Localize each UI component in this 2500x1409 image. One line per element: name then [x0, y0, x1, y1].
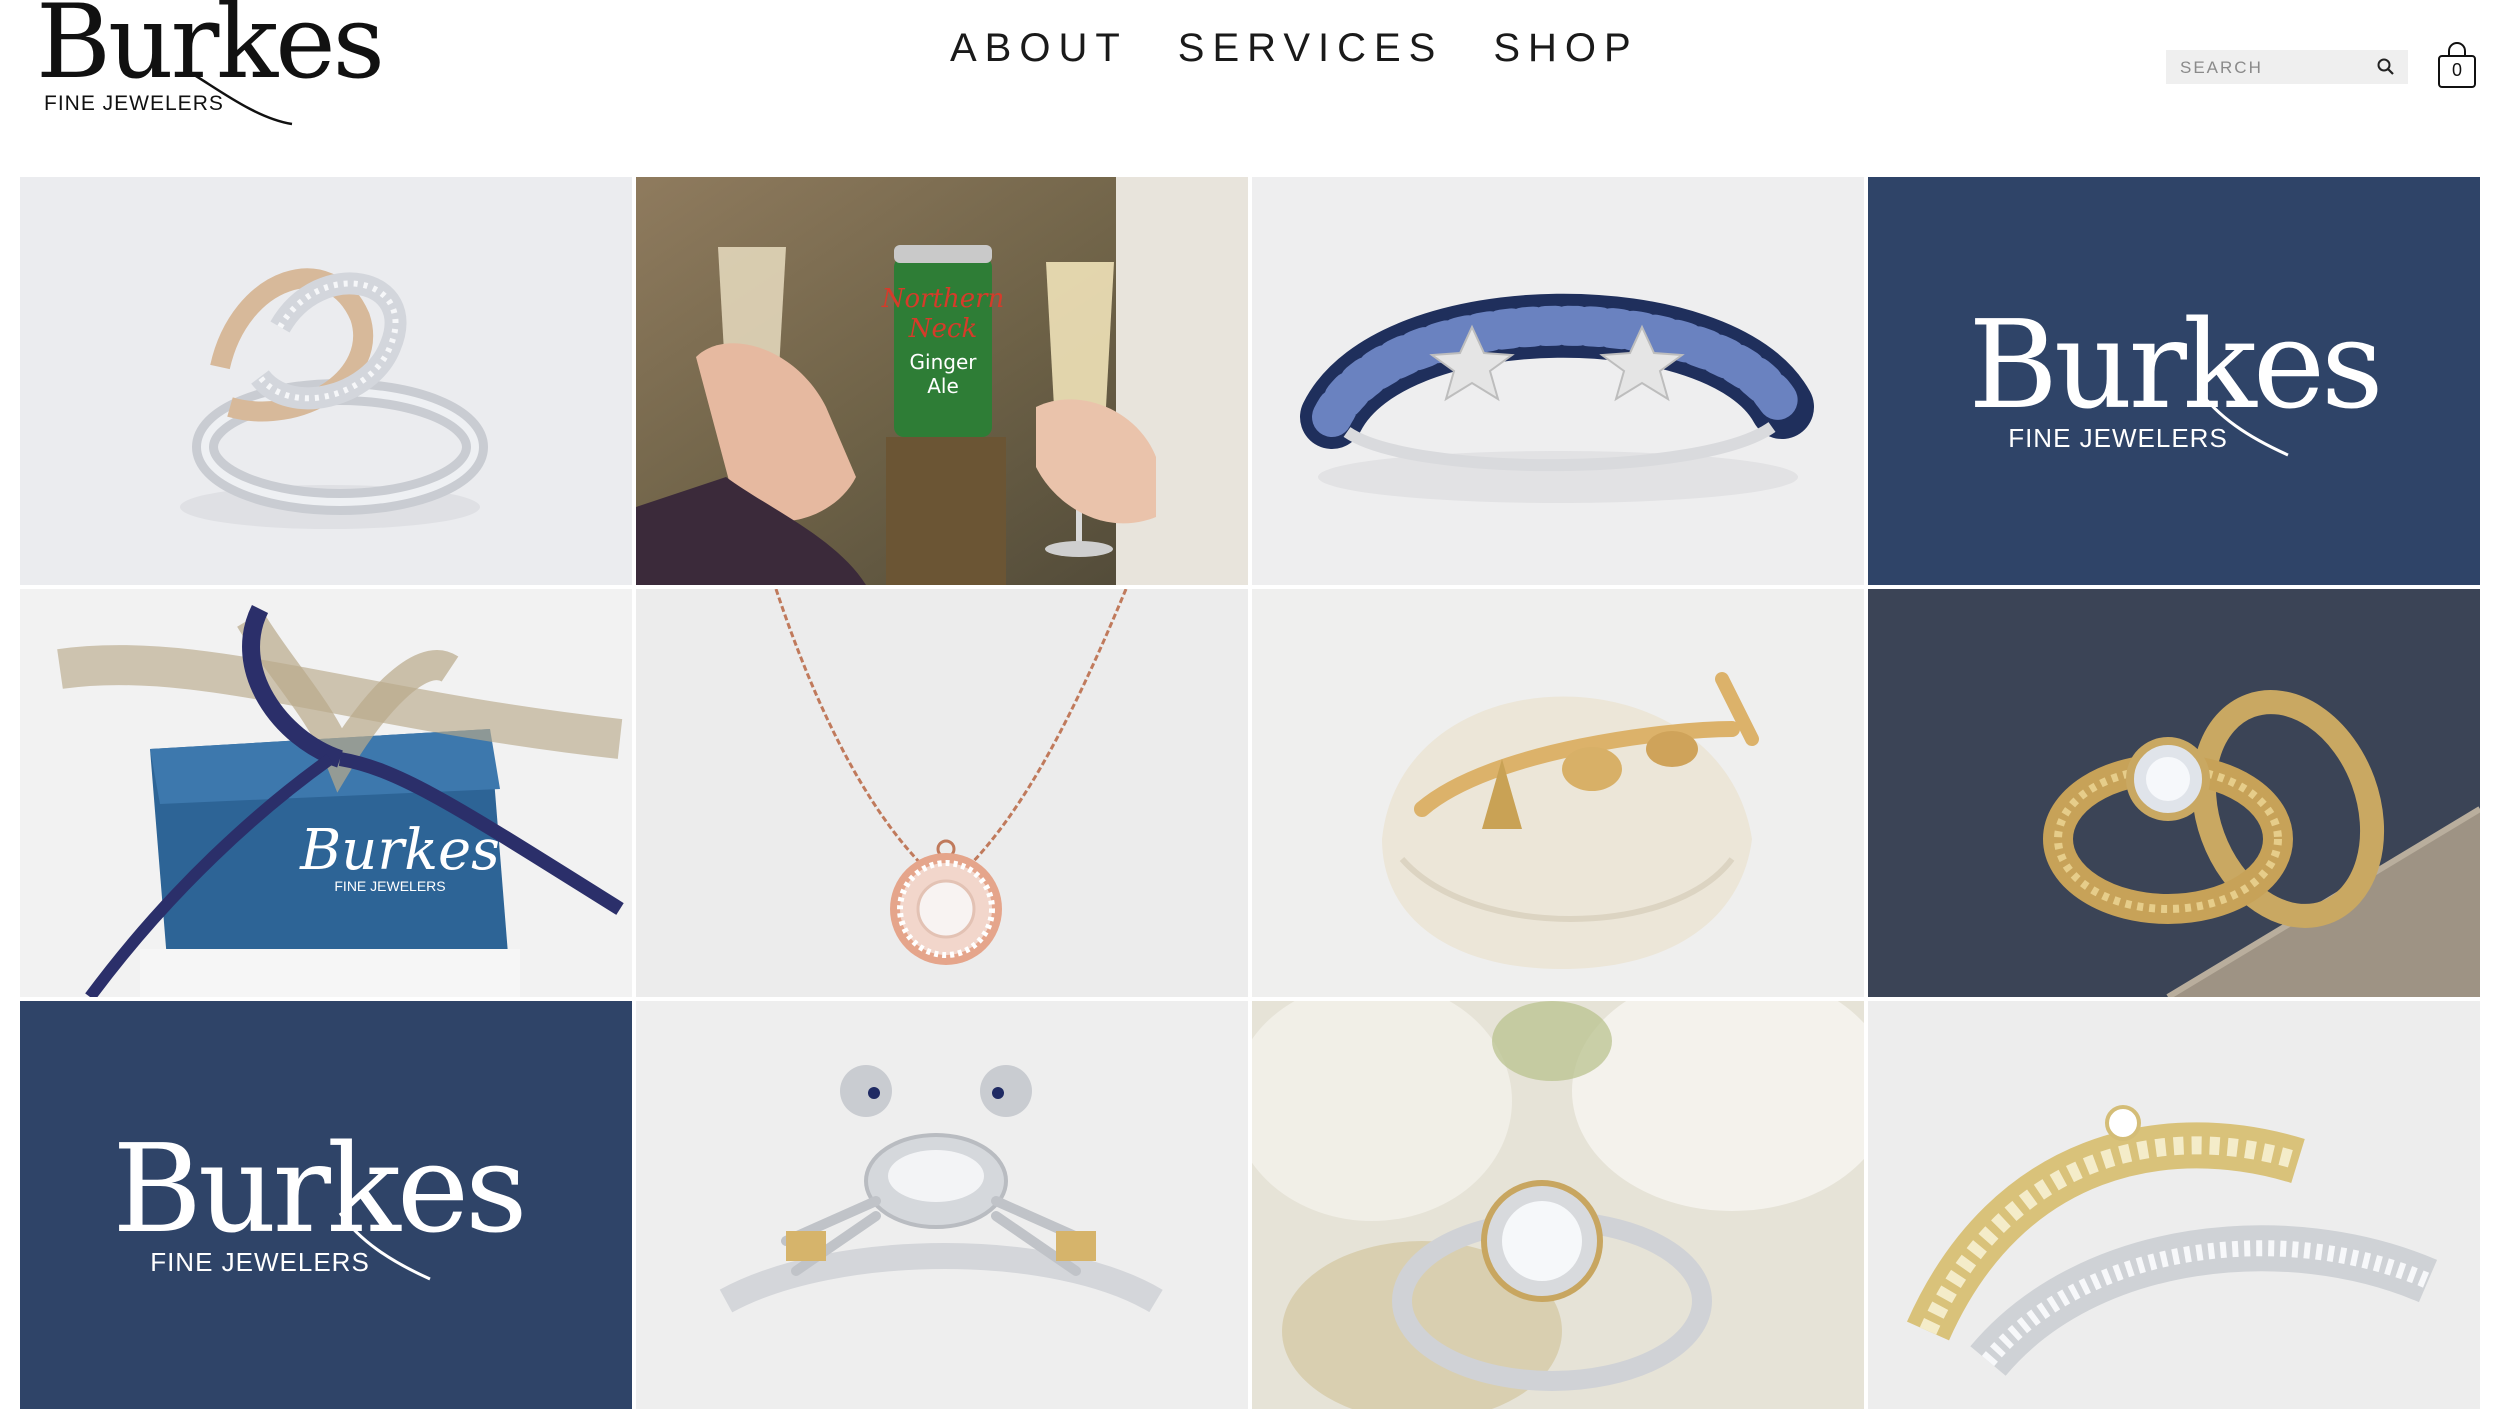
nav-shop[interactable]: SHOP — [1493, 26, 1638, 71]
cart-count: 0 — [2451, 60, 2462, 80]
gallery-tile-logo-2[interactable]: Burkes FINE JEWELERS — [20, 1001, 632, 1409]
logo-tile-tagline: FINE JEWELERS — [2008, 423, 2228, 453]
logo-tile-name: Burkes — [1968, 294, 2379, 436]
can-text-ginger: Ginger — [910, 350, 978, 374]
gallery-tile-wedding-rings[interactable] — [1868, 589, 2480, 997]
wedding-rings-photo — [1868, 589, 2480, 997]
site-header: Burkes FINE JEWELERS ABOUT SERVICES SHOP… — [0, 0, 2500, 170]
gallery-tile-crab-ring[interactable] — [636, 1001, 1248, 1409]
stacked-bands-photo — [1868, 1001, 2480, 1409]
logo-tile-2-name: Burkes — [112, 1118, 523, 1260]
gallery-tile-gift-box[interactable]: Burkes FINE JEWELERS — [20, 589, 632, 997]
gallery-tile-halo-engagement[interactable] — [1252, 1001, 1864, 1409]
champagne-toast-photo: Northern Neck Ginger Ale — [636, 177, 1248, 585]
can-text-northern: Northern — [881, 284, 1005, 314]
search-box — [2166, 50, 2408, 84]
nautical-bracelet-photo — [1252, 589, 1864, 997]
burkes-logo-tile-2: Burkes FINE JEWELERS — [20, 1001, 632, 1409]
halo-engagement-photo — [1252, 1001, 1864, 1409]
brand-logo[interactable]: Burkes FINE JEWELERS — [36, 0, 385, 126]
can-text-ale: Ale — [927, 374, 959, 398]
logo-swash-icon — [185, 68, 293, 126]
can-text-neck: Neck — [908, 314, 977, 344]
crab-ring-photo — [636, 1001, 1248, 1409]
search-input[interactable] — [2178, 55, 2372, 81]
gallery-tile-logo[interactable]: Burkes FINE JEWELERS — [1868, 177, 2480, 585]
box-brand-name: Burkes — [299, 818, 500, 883]
gallery-tile-halo-pendant[interactable] — [636, 589, 1248, 997]
gallery-tile-stacked-bands[interactable] — [1868, 1001, 2480, 1409]
gallery-tile-knot-ring[interactable] — [20, 177, 632, 585]
knot-ring-photo — [20, 177, 632, 585]
product-gallery: Northern Neck Ginger Ale Burkes FINE JEW… — [20, 177, 2480, 1409]
box-brand-tagline: FINE JEWELERS — [334, 878, 445, 894]
nav-about[interactable]: ABOUT — [950, 26, 1128, 71]
gallery-tile-champagne-toast[interactable]: Northern Neck Ginger Ale — [636, 177, 1248, 585]
gallery-tile-starfish-bangle[interactable] — [1252, 177, 1864, 585]
main-nav: ABOUT SERVICES SHOP — [950, 26, 1639, 71]
gallery-tile-nautical-bracelet[interactable] — [1252, 589, 1864, 997]
halo-pendant-photo — [636, 589, 1248, 997]
nav-services[interactable]: SERVICES — [1178, 26, 1444, 71]
starfish-bangle-photo — [1252, 177, 1864, 585]
search-icon[interactable] — [2376, 57, 2396, 77]
burkes-logo-tile: Burkes FINE JEWELERS — [1868, 177, 2480, 585]
cart-button[interactable]: 0 — [2436, 40, 2478, 90]
gift-box-photo: Burkes FINE JEWELERS — [20, 589, 632, 997]
logo-tile-2-tagline: FINE JEWELERS — [150, 1247, 370, 1277]
